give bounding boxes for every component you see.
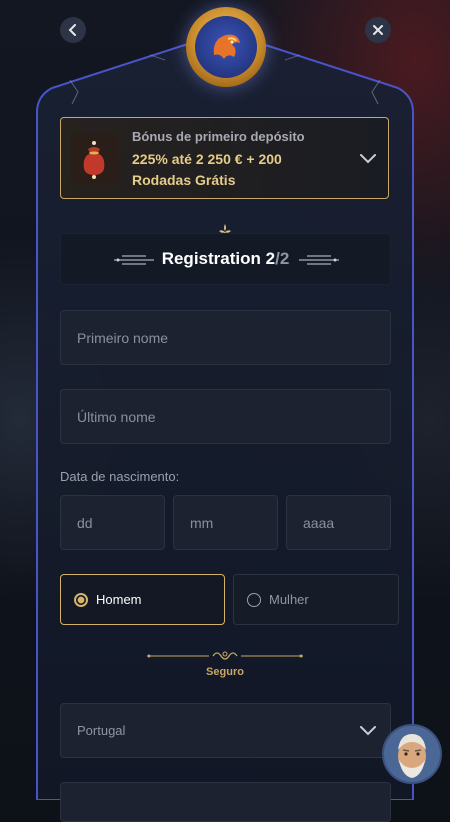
- ornament-right-icon: [299, 255, 339, 265]
- gender-option-female[interactable]: Mulher: [233, 574, 399, 625]
- radio-unselected-icon: [247, 592, 261, 607]
- bonus-offer: 225% até 2 250 € + 200 Rodadas Grátis: [132, 151, 282, 188]
- radio-selected-icon: [74, 592, 88, 607]
- dob-year-input[interactable]: aaaa: [286, 495, 391, 550]
- dob-day-input[interactable]: dd: [60, 495, 165, 550]
- registration-title: Registration 2/2: [61, 249, 390, 269]
- next-form-field[interactable]: [60, 782, 391, 822]
- registration-step-header: Registration 2/2: [60, 233, 391, 285]
- treasure-bag-icon: [83, 141, 105, 179]
- date-of-birth-label: Data de nascimento:: [60, 469, 180, 484]
- country-select[interactable]: Portugal: [60, 703, 391, 758]
- dragon-emblem-icon: [213, 34, 240, 59]
- close-button[interactable]: [365, 17, 391, 43]
- bonus-title: Bónus de primeiro depósito: [132, 129, 305, 144]
- country-value: Portugal: [77, 723, 126, 738]
- registration-total: 2: [279, 249, 290, 268]
- secure-label: Seguro: [206, 666, 244, 678]
- dob-month-input[interactable]: mm: [173, 495, 278, 550]
- first-deposit-bonus-card[interactable]: Bónus de primeiro depósito 225% até 2 25…: [60, 117, 389, 199]
- brand-emblem: [186, 7, 266, 87]
- first-name-input[interactable]: Primeiro nome: [60, 310, 391, 365]
- support-avatar-icon: [384, 726, 440, 782]
- chevron-left-icon: [68, 24, 76, 36]
- close-icon: [373, 25, 383, 35]
- gender-male-label: Homem: [96, 592, 142, 607]
- secure-ornament-icon: [147, 651, 303, 660]
- registration-title-text: Registration: [161, 249, 261, 268]
- gender-option-male[interactable]: Homem: [60, 574, 225, 625]
- gender-female-label: Mulher: [269, 592, 309, 607]
- last-name-input[interactable]: Último nome: [60, 389, 391, 444]
- support-avatar-button[interactable]: [382, 724, 442, 784]
- bonus-thumbnail: [71, 133, 117, 185]
- registration-step: 2: [265, 249, 276, 268]
- chevron-down-icon: [360, 726, 376, 736]
- back-button[interactable]: [60, 17, 86, 43]
- chevron-down-icon[interactable]: [360, 154, 376, 164]
